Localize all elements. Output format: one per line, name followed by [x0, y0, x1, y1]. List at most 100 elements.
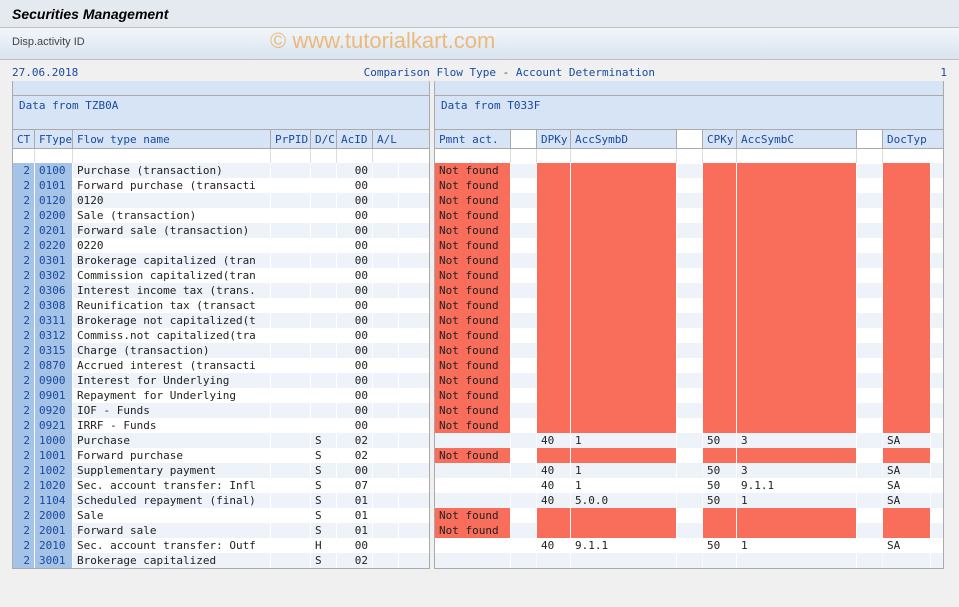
table-row[interactable]: 401509.1.1SA: [435, 478, 943, 493]
cell-cpky: [703, 373, 737, 388]
cell-spacer: [857, 193, 883, 208]
table-row[interactable]: Not found: [435, 268, 943, 283]
cell-cpky: 50: [703, 478, 737, 493]
table-row[interactable]: Not found: [435, 253, 943, 268]
col-acid[interactable]: AcID: [337, 130, 373, 148]
table-row[interactable]: 409.1.1501SA: [435, 538, 943, 553]
table-row[interactable]: Not found: [435, 403, 943, 418]
table-row[interactable]: Not found: [435, 208, 943, 223]
table-row[interactable]: Not found: [435, 448, 943, 463]
cell-accc: [737, 508, 857, 523]
col-pmnt[interactable]: Pmnt act.: [435, 130, 511, 148]
col-al[interactable]: A/L: [373, 130, 399, 148]
col-prpid[interactable]: PrPID: [271, 130, 311, 148]
table-row[interactable]: 20315Charge (transaction)00: [13, 343, 429, 358]
table-row[interactable]: Not found: [435, 238, 943, 253]
table-row[interactable]: 20120012000: [13, 193, 429, 208]
cell-spacer: [677, 478, 703, 493]
cell-spacer: [857, 253, 883, 268]
cell-dc: [311, 208, 337, 223]
cell-ftype: 0100: [35, 163, 73, 178]
table-row[interactable]: Not found: [435, 373, 943, 388]
cell-dpky: 40: [537, 463, 571, 478]
table-row[interactable]: 22001Forward saleS01: [13, 523, 429, 538]
cell-al: [373, 538, 399, 553]
cell-spacer: [511, 508, 537, 523]
table-row[interactable]: 22010Sec. account transfer: OutfH00: [13, 538, 429, 553]
cell-pmnt: Not found: [435, 193, 511, 208]
table-row[interactable]: [435, 553, 943, 568]
table-row[interactable]: 20311Brokerage not capitalized(t00: [13, 313, 429, 328]
table-row[interactable]: 20870Accrued interest (transacti00: [13, 358, 429, 373]
disp-activity-label[interactable]: Disp.activity ID: [12, 36, 85, 48]
table-row[interactable]: 21020Sec. account transfer: InflS07: [13, 478, 429, 493]
col-cpky[interactable]: CPKy: [703, 130, 737, 148]
table-row[interactable]: 20100Purchase (transaction)00: [13, 163, 429, 178]
table-row[interactable]: 23001Brokerage capitalizedS02: [13, 553, 429, 568]
table-row[interactable]: Not found: [435, 523, 943, 538]
cell-dpky: [537, 178, 571, 193]
cell-cpky: [703, 313, 737, 328]
cell-ct: 2: [13, 268, 35, 283]
col-name[interactable]: Flow type name: [73, 130, 271, 148]
table-row[interactable]: Not found: [435, 358, 943, 373]
table-row[interactable]: 20306Interest income tax (trans.00: [13, 283, 429, 298]
cell-dpky: 40: [537, 493, 571, 508]
cell-cpky: [703, 448, 737, 463]
table-row[interactable]: Not found: [435, 343, 943, 358]
table-row[interactable]: 22000SaleS01: [13, 508, 429, 523]
cell-spacer: [857, 238, 883, 253]
table-row[interactable]: 20312Commiss.not capitalized(tra00: [13, 328, 429, 343]
table-row[interactable]: 21001Forward purchaseS02: [13, 448, 429, 463]
table-row[interactable]: Not found: [435, 298, 943, 313]
table-row[interactable]: 401503SA: [435, 463, 943, 478]
cell-al: [373, 403, 399, 418]
table-row[interactable]: 20301Brokerage capitalized (tran00: [13, 253, 429, 268]
col-ct[interactable]: CT: [13, 130, 35, 148]
table-row[interactable]: Not found: [435, 388, 943, 403]
cell-prpid: [271, 448, 311, 463]
table-row[interactable]: 20900Interest for Underlying00: [13, 373, 429, 388]
table-row[interactable]: 20921IRRF - Funds00: [13, 418, 429, 433]
cell-prpid: [271, 343, 311, 358]
table-row[interactable]: 21000PurchaseS02: [13, 433, 429, 448]
cell-cpky: [703, 553, 737, 568]
table-row[interactable]: 20101Forward purchase (transacti00: [13, 178, 429, 193]
table-row[interactable]: 21002Supplementary paymentS00: [13, 463, 429, 478]
cell-dpky: [537, 358, 571, 373]
cell-dc: [311, 358, 337, 373]
table-row[interactable]: Not found: [435, 313, 943, 328]
table-row[interactable]: Not found: [435, 223, 943, 238]
col-accc[interactable]: AccSymbC: [737, 130, 857, 148]
table-row[interactable]: Not found: [435, 163, 943, 178]
table-row[interactable]: Not found: [435, 283, 943, 298]
table-row[interactable]: 405.0.0501SA: [435, 493, 943, 508]
table-row[interactable]: 20920IOF - Funds00: [13, 403, 429, 418]
col-ftype[interactable]: FType: [35, 130, 73, 148]
col-dpky[interactable]: DPKy: [537, 130, 571, 148]
table-row[interactable]: 20308Reunification tax (transact00: [13, 298, 429, 313]
table-row[interactable]: Not found: [435, 328, 943, 343]
table-row[interactable]: 20302Commission capitalized(tran00: [13, 268, 429, 283]
table-row[interactable]: 20901Repayment for Underlying00: [13, 388, 429, 403]
table-row[interactable]: Not found: [435, 508, 943, 523]
cell-spacer: [857, 463, 883, 478]
cell-accc: 3: [737, 463, 857, 478]
cell-spacer: [511, 193, 537, 208]
col-doc[interactable]: DocTyp: [883, 130, 931, 148]
cell-doc: [883, 178, 931, 193]
table-row[interactable]: 20201Forward sale (transaction)00: [13, 223, 429, 238]
table-row[interactable]: 20200Sale (transaction)00: [13, 208, 429, 223]
table-row[interactable]: 21104Scheduled repayment (final)S01: [13, 493, 429, 508]
table-row[interactable]: Not found: [435, 418, 943, 433]
col-accd[interactable]: AccSymbD: [571, 130, 677, 148]
cell-ftype: 0120: [35, 193, 73, 208]
table-row[interactable]: Not found: [435, 178, 943, 193]
table-row[interactable]: Not found: [435, 193, 943, 208]
cell-spacer: [857, 343, 883, 358]
table-row[interactable]: 20220022000: [13, 238, 429, 253]
cell-spacer: [677, 373, 703, 388]
col-dc[interactable]: D/C: [311, 130, 337, 148]
cell-spacer: [857, 448, 883, 463]
table-row[interactable]: 401503SA: [435, 433, 943, 448]
